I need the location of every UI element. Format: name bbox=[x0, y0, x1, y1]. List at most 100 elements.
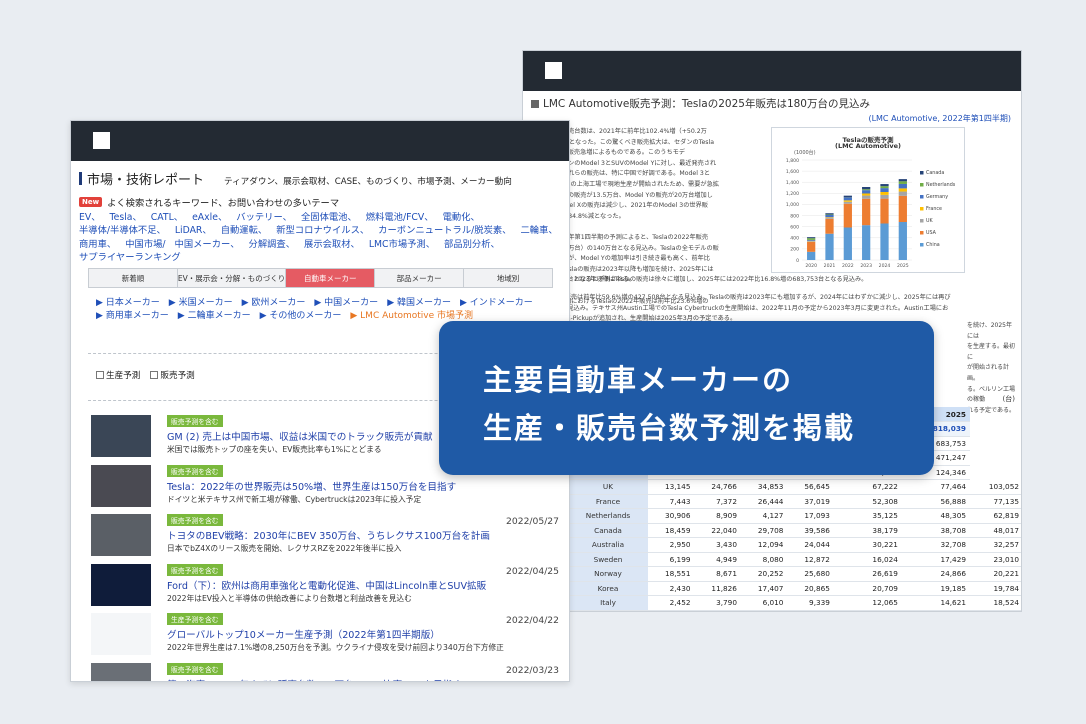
keyword-link[interactable]: 自動運転、 bbox=[221, 224, 268, 237]
filter-checkbox[interactable]: 生産予測 bbox=[96, 369, 140, 381]
page-title: 市場・技術レポート bbox=[87, 173, 205, 188]
table-cell: 22,040 bbox=[694, 523, 741, 538]
y-axis-label: (1000台) bbox=[794, 149, 816, 156]
table-cell: 12,094 bbox=[740, 537, 788, 553]
filter-checkboxes: 生産予測 販売予測 bbox=[96, 369, 195, 381]
article-date: 2022/04/25 bbox=[506, 565, 559, 577]
table-cell: 6,010 bbox=[740, 595, 788, 611]
tab-item[interactable]: 新着順 bbox=[89, 269, 178, 287]
maker-link[interactable]: ▶ 日本メーカー bbox=[96, 297, 160, 310]
keyword-link[interactable]: 中国市場/ bbox=[125, 238, 165, 251]
table-row: Norway 18,551 8,671 20,252 25,680 26,619 24,86… bbox=[568, 566, 1021, 582]
keyword-link[interactable]: カーボンニュートラル/脱炭素、 bbox=[378, 224, 511, 237]
maker-link[interactable]: ▶ 商用車メーカー bbox=[96, 310, 169, 323]
table-cell: 48,305 bbox=[901, 508, 970, 524]
popular-keywords-title: よく検索されるキーワード、お問い合わせの多いテーマ bbox=[107, 198, 340, 209]
article-item[interactable]: 販売予測を含む 2022/04/25 Ford（下）：欧州は商用車強化と電動化促進、… bbox=[91, 563, 561, 610]
article-title-link[interactable]: Tesla：2022年の世界販売は50%増、世界生産は150万台を目指す bbox=[167, 479, 456, 493]
legend-swatch bbox=[920, 243, 924, 247]
keyword-link[interactable]: バッテリー、 bbox=[236, 211, 292, 224]
bar-segment bbox=[807, 237, 816, 239]
article-desc: 米国では販売トップの座を失い、EV販売比率も1%にとどまる bbox=[167, 445, 382, 454]
keyword-link[interactable]: 燃料電池/FCV、 bbox=[366, 211, 434, 224]
tab-item[interactable]: 自動車メーカー bbox=[286, 269, 376, 287]
table-cell: 2,430 bbox=[648, 581, 695, 596]
window-titlebar bbox=[71, 121, 569, 161]
table-cell: 17,429 bbox=[901, 552, 970, 567]
legend-swatch bbox=[920, 171, 924, 175]
article-thumbnail[interactable] bbox=[91, 662, 151, 681]
keyword-link[interactable]: 部品別分析、 bbox=[444, 238, 500, 251]
bar-segment bbox=[862, 193, 871, 196]
table-cell: 8,080 bbox=[740, 552, 788, 567]
legend-label: France bbox=[926, 206, 942, 212]
keyword-link[interactable]: 全固体電池、 bbox=[301, 211, 357, 224]
article-thumbnail[interactable] bbox=[91, 563, 151, 606]
maker-link[interactable]: ▶ その他のメーカー bbox=[260, 310, 342, 323]
table-row: France 7,443 7,372 26,444 37,019 52,308 56,888… bbox=[568, 494, 1021, 509]
keyword-link[interactable]: CATL、 bbox=[151, 211, 183, 224]
checkbox-box[interactable] bbox=[150, 371, 159, 379]
table-cell: 34,853 bbox=[740, 479, 788, 495]
article-title-link[interactable]: 第一汽車：2025年までに販売台数650万台、NEV比率20%を目指す bbox=[167, 677, 462, 682]
table-cell: 7,443 bbox=[648, 494, 695, 509]
heading-bar bbox=[79, 172, 82, 185]
keyword-link[interactable]: 商用車、 bbox=[79, 238, 116, 251]
maker-link[interactable]: ▶ 米国メーカー bbox=[169, 297, 233, 310]
keyword-link[interactable]: EV、 bbox=[79, 211, 101, 224]
tab-item[interactable]: EV・展示会・分解・ものづくり bbox=[177, 269, 287, 287]
maker-link[interactable]: ▶ 中国メーカー bbox=[314, 297, 378, 310]
article-thumbnail[interactable] bbox=[91, 464, 151, 507]
filter-checkbox[interactable]: 販売予測 bbox=[150, 369, 195, 381]
y-tick-label: 400 bbox=[790, 236, 799, 242]
maker-link[interactable]: ▶ 欧州メーカー bbox=[242, 297, 306, 310]
keyword-link[interactable]: LiDAR、 bbox=[175, 224, 212, 237]
article-title-text: LMC Automotive販売予測：Teslaの2025年販売は180万台の見… bbox=[543, 98, 870, 110]
article-title-link[interactable]: グローバルトップ10メーカー生産予測（2022年第1四半期版） bbox=[167, 627, 440, 641]
article-title-link[interactable]: トヨタのBEV戦略：2030年にBEV 350万台、うちレクサス100万台を計画 bbox=[167, 528, 490, 542]
bar-segment bbox=[825, 233, 834, 260]
article-item[interactable]: 販売予測を含む 2022/05/27 トヨタのBEV戦略：2030年にBEV 350… bbox=[91, 514, 561, 560]
article-thumbnail[interactable] bbox=[91, 613, 151, 655]
article-item[interactable]: 生産予測を含む 2022/04/22 グローバルトップ10メーカー生産予測（2022… bbox=[91, 613, 561, 659]
window-titlebar bbox=[523, 51, 1021, 91]
article-title-link[interactable]: Ford（下）：欧州は商用車強化と電動化促進、中国はLincoln車とSUV拡販 bbox=[167, 578, 486, 592]
bar-segment bbox=[807, 251, 816, 260]
keyword-link[interactable]: LMC市場予測、 bbox=[369, 238, 435, 251]
table-cell: 6,493 bbox=[740, 610, 788, 611]
keyword-link[interactable]: 展示会取材、 bbox=[304, 238, 360, 251]
article-thumbnail[interactable] bbox=[91, 415, 151, 457]
body-line: を生産する。最初に bbox=[967, 343, 1016, 361]
article-item[interactable]: 販売予測を含む 2022/03/23 第一汽車：2025年までに販売台数650万台、… bbox=[91, 662, 561, 682]
bar-segment bbox=[825, 214, 834, 218]
callout-line-2: 生産・販売台数予測を掲載 bbox=[483, 411, 856, 445]
body-line: が開始される計画。 bbox=[967, 364, 1010, 382]
table-country-cell: Sweden bbox=[568, 552, 648, 567]
maker-link[interactable]: ▶ インドメーカー bbox=[460, 297, 533, 310]
maker-link[interactable]: ▶ 韓国メーカー bbox=[387, 297, 451, 310]
keyword-link[interactable]: Tesla、 bbox=[110, 211, 142, 224]
callout-line-1: 主要自動車メーカーの bbox=[483, 363, 794, 397]
keyword-link[interactable]: サプライヤーランキング bbox=[79, 251, 181, 264]
keyword-link[interactable]: 新型コロナウイルス、 bbox=[276, 224, 369, 237]
keyword-link[interactable]: eAxle、 bbox=[192, 211, 227, 224]
article-tag: 販売予測を含む bbox=[167, 662, 223, 675]
tab-item[interactable]: 部品メーカー bbox=[375, 269, 465, 287]
table-cell: 67,222 bbox=[833, 479, 902, 495]
table-cell: 24,766 bbox=[694, 479, 741, 495]
article-thumbnail[interactable] bbox=[91, 514, 151, 556]
keyword-link[interactable]: 二輪車、 bbox=[520, 224, 557, 237]
maker-link[interactable]: ▶ 二輪車メーカー bbox=[178, 310, 251, 323]
checkbox-box[interactable] bbox=[96, 371, 104, 379]
keyword-link[interactable]: 電動化、 bbox=[443, 211, 480, 224]
keyword-link[interactable]: 中国メーカー、 bbox=[175, 238, 240, 251]
table-row: Sweden 6,199 4,949 8,080 12,872 16,024 17,429 2… bbox=[568, 552, 1021, 567]
keyword-link[interactable]: 分解調査、 bbox=[249, 238, 296, 251]
tab-item[interactable]: 地域別 bbox=[464, 269, 552, 287]
table-cell: 77,464 bbox=[901, 479, 970, 495]
article-title-link[interactable]: GM (2) 売上は中国市場、収益は米国でのトラック販売が貢献 bbox=[167, 429, 433, 443]
keyword-link[interactable]: 半導体/半導体不足、 bbox=[79, 224, 166, 237]
table-cell: 23,010 bbox=[970, 552, 1021, 567]
table-row: UK 13,145 24,766 34,853 56,645 67,222 77,464 10… bbox=[568, 479, 1021, 495]
table-cell: 8,251 bbox=[787, 610, 834, 611]
